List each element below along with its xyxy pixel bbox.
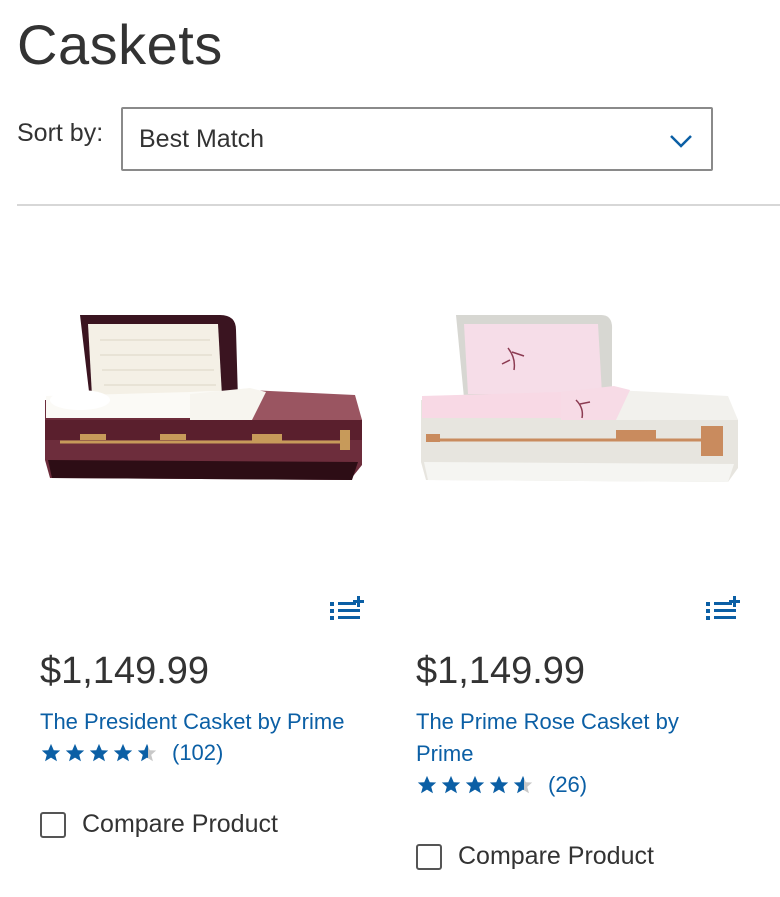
- star-rating: [416, 774, 534, 796]
- star-icon: [89, 743, 109, 762]
- page-title: Caskets: [17, 13, 223, 76]
- product-card: $1,149.99 The President Casket by Prime …: [40, 240, 400, 890]
- compare-checkbox[interactable]: [416, 843, 442, 870]
- product-rating[interactable]: (26): [416, 772, 587, 798]
- divider: [17, 204, 780, 206]
- burgundy-casket-image[interactable]: [40, 300, 380, 510]
- star-icon: [489, 775, 509, 794]
- half-star-icon: [513, 775, 533, 794]
- star-icon: [41, 743, 61, 762]
- product-rating[interactable]: (102): [40, 740, 223, 766]
- compare-checkbox[interactable]: [40, 811, 66, 838]
- star-rating: [40, 742, 158, 764]
- add-to-list-icon[interactable]: [330, 596, 368, 624]
- product-title-link[interactable]: The President Casket by Prime: [40, 706, 370, 738]
- product-title-link[interactable]: The Prime Rose Casket by Prime: [416, 706, 706, 770]
- review-count: (26): [548, 772, 588, 797]
- sort-label: Sort by:: [17, 119, 104, 147]
- star-icon: [465, 775, 485, 794]
- star-icon: [65, 743, 85, 762]
- half-star-icon: [137, 743, 157, 762]
- compare-label: Compare Product: [82, 810, 278, 838]
- product-price: $1,149.99: [40, 650, 210, 692]
- star-icon: [441, 775, 461, 794]
- compare-label: Compare Product: [458, 842, 654, 870]
- chevron-down-icon: [670, 135, 692, 148]
- sort-selected-value: Best Match: [139, 124, 265, 153]
- pink-rose-casket-image[interactable]: [416, 300, 756, 510]
- compare-product[interactable]: Compare Product: [40, 810, 278, 839]
- compare-product[interactable]: Compare Product: [416, 842, 654, 871]
- product-card: $1,149.99 The Prime Rose Casket by Prime…: [416, 240, 776, 890]
- product-price: $1,149.99: [416, 650, 586, 692]
- star-icon: [417, 775, 437, 794]
- star-icon: [113, 743, 133, 762]
- add-to-list-icon[interactable]: [706, 596, 744, 624]
- sort-select[interactable]: Best Match: [121, 107, 713, 171]
- review-count: (102): [172, 740, 224, 765]
